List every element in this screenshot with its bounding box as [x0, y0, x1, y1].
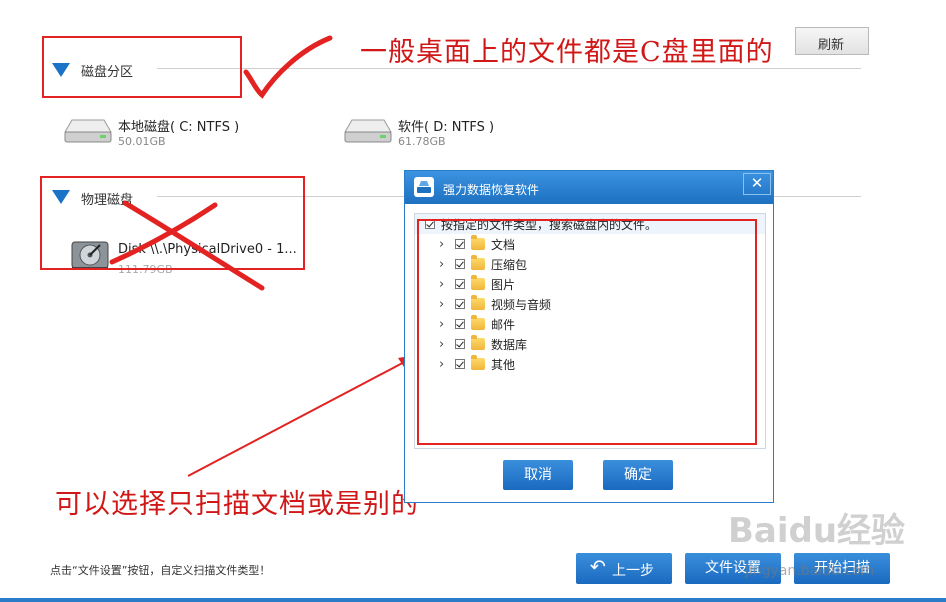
app-drive-icon [413, 176, 435, 201]
cancel-button[interactable]: 取消 [503, 460, 573, 490]
bottom-border [0, 598, 946, 602]
footer-hint: 点击“文件设置”按钮，自定义扫描文件类型！ [50, 564, 271, 577]
watermark-logo: Baidu经验 [728, 511, 906, 551]
check-mark [243, 35, 333, 99]
prev-step-label: 上一步 [612, 563, 654, 579]
annotation-arrow [187, 357, 413, 477]
dialog-titlebar[interactable]: 强力数据恢复软件 ✕ [405, 171, 773, 204]
prev-step-button[interactable]: ↶ 上一步 [576, 553, 672, 584]
ok-button[interactable]: 确定 [603, 460, 673, 490]
annotation-text-bottom: 可以选择只扫描文档或是别的 [55, 489, 419, 520]
annotation-box-tree [417, 219, 757, 445]
file-type-dialog: 强力数据恢复软件 ✕ 按指定的文件类型，搜索磁盘内的文件。 › 文档 › 压缩包… [404, 170, 774, 503]
close-icon[interactable]: ✕ [743, 173, 771, 195]
dialog-title: 强力数据恢复软件 [443, 183, 540, 197]
annotation-text-top: 一般桌面上的文件都是C盘里面的 [360, 37, 774, 68]
cross-mark-2 [109, 202, 218, 265]
back-arrow-icon: ↶ [590, 556, 606, 578]
watermark-url: jingyan.baidu.com [745, 563, 875, 579]
